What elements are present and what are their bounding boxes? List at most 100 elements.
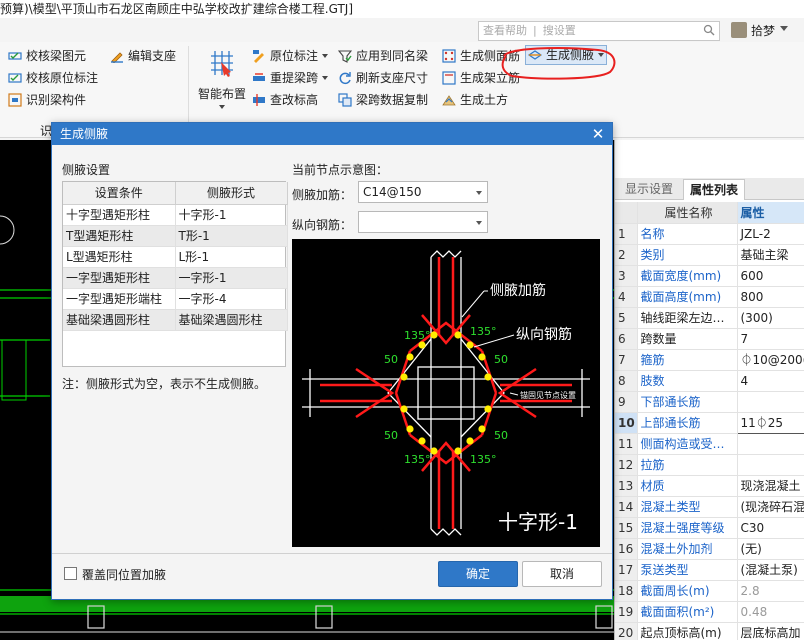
search-icon[interactable] (703, 24, 715, 36)
close-icon[interactable]: ✕ (590, 126, 606, 142)
user-name[interactable]: 拾梦 (751, 22, 775, 39)
property-value[interactable]: (无) (737, 538, 804, 560)
haunch-rule-row[interactable]: 一字型遇矩形柱 一字形-1 (63, 267, 288, 289)
longitudinal-rebar-select[interactable] (358, 211, 488, 233)
property-value[interactable]: (混凝土泵) (737, 559, 804, 581)
haunch-rule-row[interactable]: L型遇矩形柱 L形-1 (63, 246, 288, 268)
property-row[interactable]: 3 截面宽度(mm) 600 (615, 265, 804, 287)
chevron-down-icon (219, 105, 225, 109)
property-value[interactable]: 0.48 (737, 601, 804, 623)
property-value[interactable]: C30 (737, 517, 804, 539)
haunch-rule-row[interactable]: T型遇矩形柱 T形-1 (63, 225, 288, 247)
property-row[interactable]: 17 泵送类型 (混凝土泵) (615, 559, 804, 581)
generate-haunch-dialog: 生成侧腋 ✕ 侧腋设置 设置条件 侧腋形式 十字型遇矩形柱 十字形-1 T型遇矩形柱… (51, 122, 613, 600)
property-value[interactable]: 800 (737, 286, 804, 308)
rule-condition: T型遇矩形柱 (63, 225, 176, 247)
chevron-down-icon[interactable] (780, 26, 788, 31)
property-row[interactable]: 16 混凝土外加剂 (无) (615, 538, 804, 560)
identify-beam-button[interactable]: 识别梁构件 (8, 90, 86, 110)
property-value[interactable]: 现浇混凝土 (737, 475, 804, 497)
tab-display-settings[interactable]: 显示设置 (619, 179, 679, 200)
property-value[interactable]: 11⏀25 (736, 411, 804, 434)
property-value[interactable]: 2.8 (737, 580, 804, 602)
property-value[interactable]: JZL-2 (737, 223, 804, 245)
property-row[interactable]: 19 截面面积(m²) 0.48 (615, 601, 804, 623)
in-place-annotation-button[interactable]: 原位标注 (252, 46, 329, 66)
property-row-number: 20 (615, 622, 638, 640)
property-row[interactable]: 1 名称 JZL-2 (615, 223, 804, 245)
property-row[interactable]: 20 起点顶标高(m) 层底标高加 (615, 622, 804, 640)
node-preview-label: 当前节点示意图： (292, 163, 389, 177)
rule-form[interactable]: 一字形-4 (175, 288, 288, 310)
property-row[interactable]: 14 混凝土类型 (现浇碎石混 (615, 496, 804, 518)
search-input[interactable]: 查看帮助 | 搜设置 (478, 21, 720, 41)
property-name: 拉筋 (637, 454, 738, 476)
property-row[interactable]: 9 下部通长筋 (615, 391, 804, 413)
avatar[interactable] (731, 22, 747, 38)
property-row[interactable]: 8 肢数 4 (615, 370, 804, 392)
property-value[interactable] (737, 433, 804, 455)
rule-form[interactable]: 十字形-1 (175, 204, 288, 226)
property-value[interactable]: 600 (737, 265, 804, 287)
property-row-number: 8 (615, 370, 638, 392)
haunch-rule-row[interactable]: 基础梁遇圆形柱 基础梁遇圆形柱 (63, 309, 288, 331)
property-row[interactable]: 10 上部通长筋 11⏀25 (615, 411, 804, 434)
generate-earthwork-button[interactable]: 生成土方 (442, 90, 508, 110)
property-value[interactable] (737, 454, 804, 476)
dialog-divider (52, 553, 612, 554)
property-value[interactable]: 基础主梁 (737, 244, 804, 266)
property-row[interactable]: 4 截面高度(mm) 800 (615, 286, 804, 308)
property-value[interactable]: 层底标高加 (737, 622, 804, 640)
property-value[interactable]: (300) (737, 307, 804, 329)
property-row[interactable]: 13 材质 现浇混凝土 (615, 475, 804, 497)
rules-header-condition: 设置条件 (63, 182, 176, 205)
ok-button[interactable]: 确定 (438, 561, 518, 587)
apply-same-name-icon (338, 50, 352, 63)
property-value[interactable]: 4 (737, 370, 804, 392)
refresh-support-size-button[interactable]: 刷新支座尺寸 (338, 68, 428, 88)
rule-form[interactable]: L形-1 (175, 246, 288, 268)
property-row-number: 1 (615, 223, 638, 245)
haunch-rule-row[interactable]: 一字型遇矩形端柱 一字形-4 (63, 288, 288, 310)
check-elevation-button[interactable]: 查改标高 (252, 90, 318, 110)
chevron-down-icon (476, 221, 482, 225)
property-value[interactable]: 7 (737, 328, 804, 350)
property-value[interactable]: ⏀10@200( (737, 349, 804, 371)
tab-property-list[interactable]: 属性列表 (683, 179, 746, 200)
generate-erection-rebar-button[interactable]: 生成架立筋 (442, 68, 520, 88)
rule-form[interactable]: 一字形-1 (175, 267, 288, 289)
dialog-title: 生成侧腋 (52, 123, 612, 145)
property-row[interactable]: 11 侧面构造或受… (615, 433, 804, 455)
edit-support-button[interactable]: 编辑支座 (110, 46, 176, 66)
haunch-rules-table: 设置条件 侧腋形式 十字型遇矩形柱 十字形-1 T型遇矩形柱 T形-1 L型遇矩形柱 L形… (62, 181, 288, 367)
override-checkbox[interactable] (64, 567, 77, 580)
check-annotation-button[interactable]: 校核原位标注 (8, 68, 98, 88)
property-row[interactable]: 18 截面周长(m) 2.8 (615, 580, 804, 602)
check-beam-button[interactable]: 校核梁图元 (8, 46, 86, 66)
property-row[interactable]: 15 混凝土强度等级 C30 (615, 517, 804, 539)
span-data-copy-button[interactable]: 梁跨数据复制 (338, 90, 428, 110)
generate-haunch-button[interactable]: 生成侧腋 (525, 45, 608, 65)
property-name: 截面周长(m) (637, 580, 738, 602)
property-row[interactable]: 12 拉筋 (615, 454, 804, 476)
rule-form[interactable]: T形-1 (175, 225, 288, 247)
property-value[interactable]: (现浇碎石混 (737, 496, 804, 518)
re-extract-span-button[interactable]: 重提梁跨 (252, 68, 329, 88)
override-checkbox-label[interactable]: 覆盖同位置加腋 (82, 566, 166, 583)
property-value[interactable] (737, 391, 804, 413)
generate-side-rebar-button[interactable]: 生成侧面筋 (442, 46, 520, 66)
property-row[interactable]: 6 跨数量 7 (615, 328, 804, 350)
property-row[interactable]: 2 类别 基础主梁 (615, 244, 804, 266)
property-row[interactable]: 7 箍筋 ⏀10@200( (615, 349, 804, 371)
haunch-rule-row[interactable]: 十字型遇矩形柱 十字形-1 (63, 204, 288, 226)
rule-form[interactable]: 基础梁遇圆形柱 (175, 309, 288, 331)
generate-erection-rebar-label: 生成架立筋 (460, 71, 521, 85)
diagram-dim-top-right: 50 (494, 353, 508, 366)
apply-same-name-button[interactable]: 应用到同名梁 (338, 46, 428, 66)
property-row-number: 7 (615, 349, 638, 371)
cancel-button[interactable]: 取消 (522, 561, 602, 587)
smart-layout-button[interactable]: 智能布置 (196, 48, 248, 112)
property-row-number: 6 (615, 328, 638, 350)
property-row[interactable]: 5 轴线距梁左边… (300) (615, 307, 804, 329)
haunch-rebar-select[interactable]: C14@150 (358, 181, 488, 203)
